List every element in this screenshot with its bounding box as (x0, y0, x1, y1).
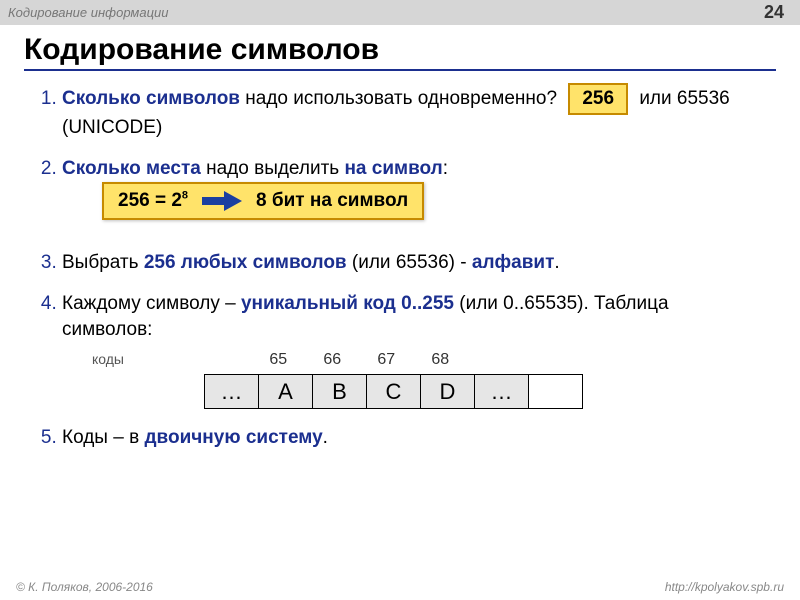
text: Коды – в (62, 427, 144, 448)
table-cell: A (259, 375, 313, 409)
formula-box: 256 = 28 8 бит на символ (102, 182, 424, 220)
symbol-table: … A B C D … (204, 374, 583, 409)
table-cell: B (313, 375, 367, 409)
codes-numbers: 65 66 67 68 (251, 349, 467, 371)
copyright: © К. Поляков, 2006-2016 (16, 580, 153, 594)
text: Каждому символу – (62, 293, 241, 314)
code-num: 66 (305, 349, 359, 371)
arrow-icon (200, 189, 244, 213)
code-num: 68 (413, 349, 467, 371)
text: надо использовать одновременно? (240, 88, 557, 109)
badge-256: 256 (568, 83, 628, 115)
page-title: Кодирование символов (0, 25, 800, 69)
code-num: 67 (359, 349, 413, 371)
text: надо выделить (201, 158, 345, 179)
text: . (554, 252, 559, 273)
list-item-1: Сколько символов надо использовать однов… (62, 83, 760, 140)
formula-rhs: 8 бит на символ (256, 188, 408, 214)
text: (или 65536) - (347, 252, 472, 273)
emph-text: алфавит (472, 252, 555, 273)
header-bar: Кодирование информации 24 (0, 0, 800, 25)
breadcrumb: Кодирование информации (8, 5, 168, 20)
text: . (323, 427, 328, 448)
emph-text: на символ (344, 158, 442, 179)
list-item-3: Выбрать 256 любых символов (или 65536) -… (62, 250, 760, 276)
table-cell-blank (529, 375, 583, 409)
code-num: 65 (251, 349, 305, 371)
emph-text: двоичную систему (144, 427, 322, 448)
list-item-2: Сколько места надо выделить на символ: 2… (62, 156, 760, 233)
text: : (443, 158, 448, 179)
title-rule (24, 69, 776, 71)
list-item-4: Каждому символу – уникальный код 0..255 … (62, 291, 760, 409)
codes-row: коды 65 66 67 68 (92, 346, 760, 372)
content-list: Сколько символов надо использовать однов… (0, 83, 800, 451)
page-number: 24 (764, 2, 792, 23)
list-item-5: Коды – в двоичную систему. (62, 425, 760, 451)
codes-label: коды (92, 350, 202, 369)
formula-lhs: 256 = 28 (118, 188, 188, 214)
table-cell: C (367, 375, 421, 409)
text: Выбрать (62, 252, 144, 273)
emph-text: 256 любых символов (144, 252, 347, 273)
lead-text: Сколько места (62, 158, 201, 179)
table-cell: … (205, 375, 259, 409)
lead-text: Сколько символов (62, 88, 240, 109)
table-cell: D (421, 375, 475, 409)
footer: © К. Поляков, 2006-2016 http://kpolyakov… (0, 580, 800, 594)
emph-text: уникальный код 0..255 (241, 293, 454, 314)
symbol-table-wrap: коды 65 66 67 68 … A B C D … (92, 346, 760, 409)
table-cell: … (475, 375, 529, 409)
footer-url: http://kpolyakov.spb.ru (665, 580, 784, 594)
